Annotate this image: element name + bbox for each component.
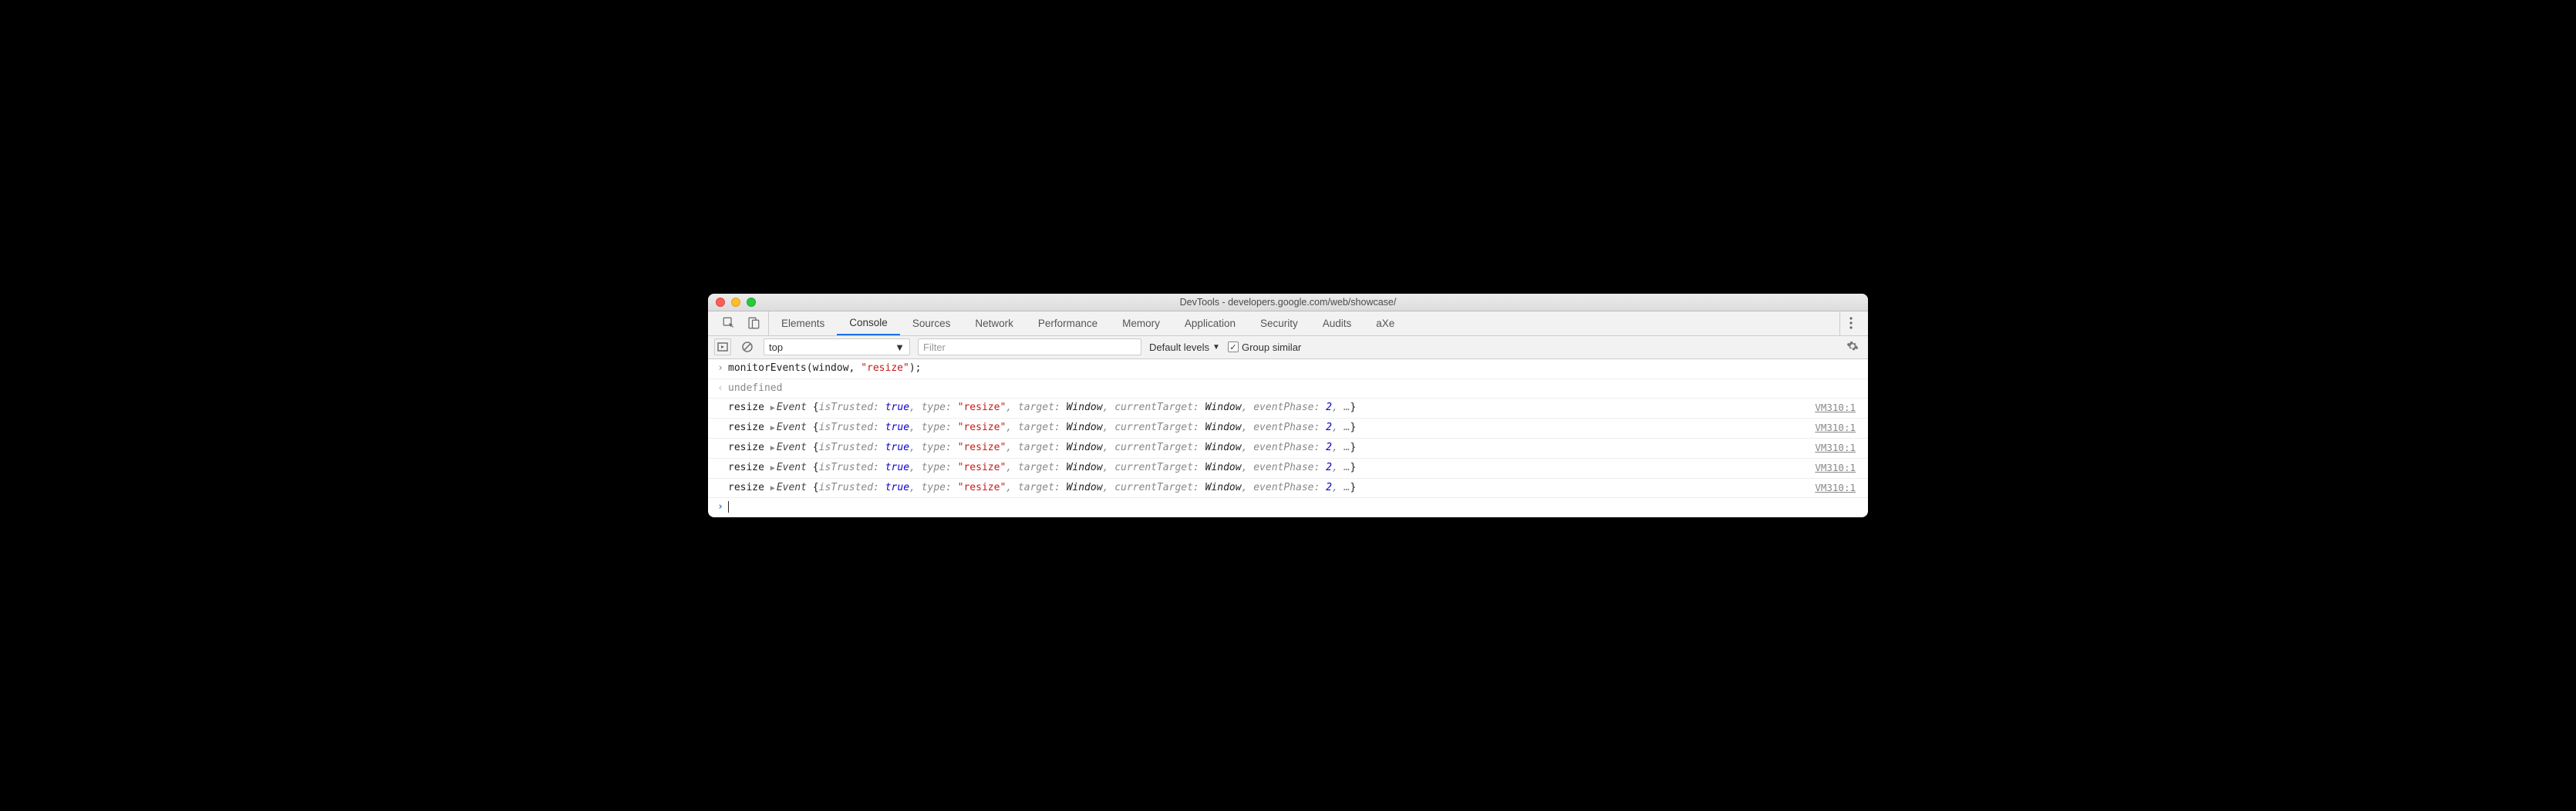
input-code: monitorEvents(window, "resize"); [728,361,1856,377]
log-content[interactable]: resize ▶Event {isTrusted: true, type: "r… [728,460,1815,476]
expand-icon[interactable]: ▶ [770,443,775,455]
more-options-icon[interactable] [1840,317,1862,329]
tab-performance[interactable]: Performance [1026,311,1110,335]
expand-icon[interactable]: ▶ [770,402,775,415]
log-levels-select[interactable]: Default levels ▼ [1149,342,1220,353]
result-value: undefined [728,381,1856,397]
input-chevron-icon: › [713,361,728,377]
filter-input[interactable] [918,338,1141,355]
log-content[interactable]: resize ▶Event {isTrusted: true, type: "r… [728,400,1815,416]
context-value: top [769,342,783,353]
tab-sources[interactable]: Sources [900,311,963,335]
log-content[interactable]: resize ▶Event {isTrusted: true, type: "r… [728,440,1815,456]
console-input-row: › monitorEvents(window, "resize"); [708,359,1868,379]
tab-network[interactable]: Network [963,311,1026,335]
tab-application[interactable]: Application [1172,311,1248,335]
tab-console[interactable]: Console [837,311,900,335]
log-content[interactable]: resize ▶Event {isTrusted: true, type: "r… [728,420,1815,436]
output-chevron-icon: ‹ [713,381,728,397]
toggle-drawer-icon[interactable] [714,338,731,355]
panel-tabbar: ElementsConsoleSourcesNetworkPerformance… [708,311,1868,336]
tab-memory[interactable]: Memory [1110,311,1172,335]
console-log-row: resize ▶Event {isTrusted: true, type: "r… [708,439,1868,459]
console-log-row: resize ▶Event {isTrusted: true, type: "r… [708,479,1868,499]
titlebar: DevTools - developers.google.com/web/sho… [708,294,1868,311]
close-window-button[interactable] [716,298,725,307]
traffic-lights [708,298,756,307]
expand-icon[interactable]: ▶ [770,483,775,495]
tab-security[interactable]: Security [1248,311,1310,335]
group-similar-checkbox[interactable]: ✓ Group similar [1228,342,1301,353]
source-link[interactable]: VM310:1 [1815,420,1856,436]
console-log-row: resize ▶Event {isTrusted: true, type: "r… [708,419,1868,439]
console-log-row: resize ▶Event {isTrusted: true, type: "r… [708,399,1868,419]
prompt-input[interactable] [728,500,1856,516]
expand-icon[interactable]: ▶ [770,422,775,435]
console-prompt-row[interactable]: › [708,498,1868,517]
console-body: › monitorEvents(window, "resize"); ‹ und… [708,359,1868,517]
console-log-row: resize ▶Event {isTrusted: true, type: "r… [708,459,1868,479]
tab-axe[interactable]: aXe [1364,311,1407,335]
checkbox-icon: ✓ [1228,342,1239,352]
console-toolbar: top ▼ Default levels ▼ ✓ Group similar [708,336,1868,359]
expand-icon[interactable]: ▶ [770,463,775,475]
source-link[interactable]: VM310:1 [1815,440,1856,456]
chevron-down-icon: ▼ [895,342,905,353]
source-link[interactable]: VM310:1 [1815,480,1856,496]
minimize-window-button[interactable] [731,298,740,307]
inspect-element-icon[interactable] [722,316,736,330]
clear-console-icon[interactable] [739,338,756,355]
log-content[interactable]: resize ▶Event {isTrusted: true, type: "r… [728,480,1815,496]
tab-audits[interactable]: Audits [1310,311,1364,335]
maximize-window-button[interactable] [747,298,756,307]
settings-icon[interactable] [1843,340,1862,355]
source-link[interactable]: VM310:1 [1815,460,1856,476]
chevron-down-icon: ▼ [1212,343,1220,352]
execution-context-select[interactable]: top ▼ [764,338,910,355]
devtools-window: DevTools - developers.google.com/web/sho… [708,294,1868,517]
levels-label: Default levels [1149,342,1209,353]
tab-elements[interactable]: Elements [769,311,837,335]
prompt-chevron-icon: › [713,500,728,516]
group-similar-label: Group similar [1242,342,1301,353]
console-result-row: ‹ undefined [708,379,1868,399]
window-title: DevTools - developers.google.com/web/sho… [708,297,1868,308]
device-toolbar-icon[interactable] [747,316,760,330]
source-link[interactable]: VM310:1 [1815,400,1856,416]
